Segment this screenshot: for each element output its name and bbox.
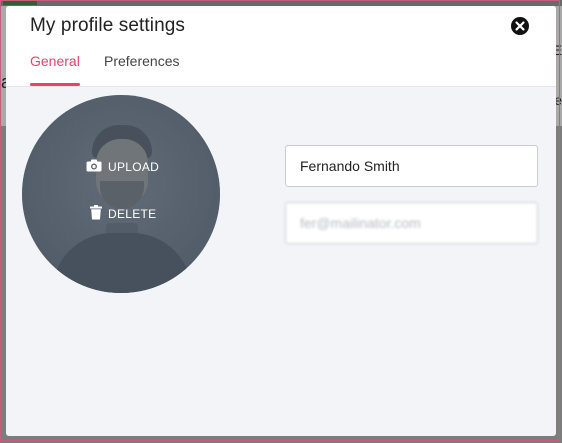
page-frame [0,0,560,441]
